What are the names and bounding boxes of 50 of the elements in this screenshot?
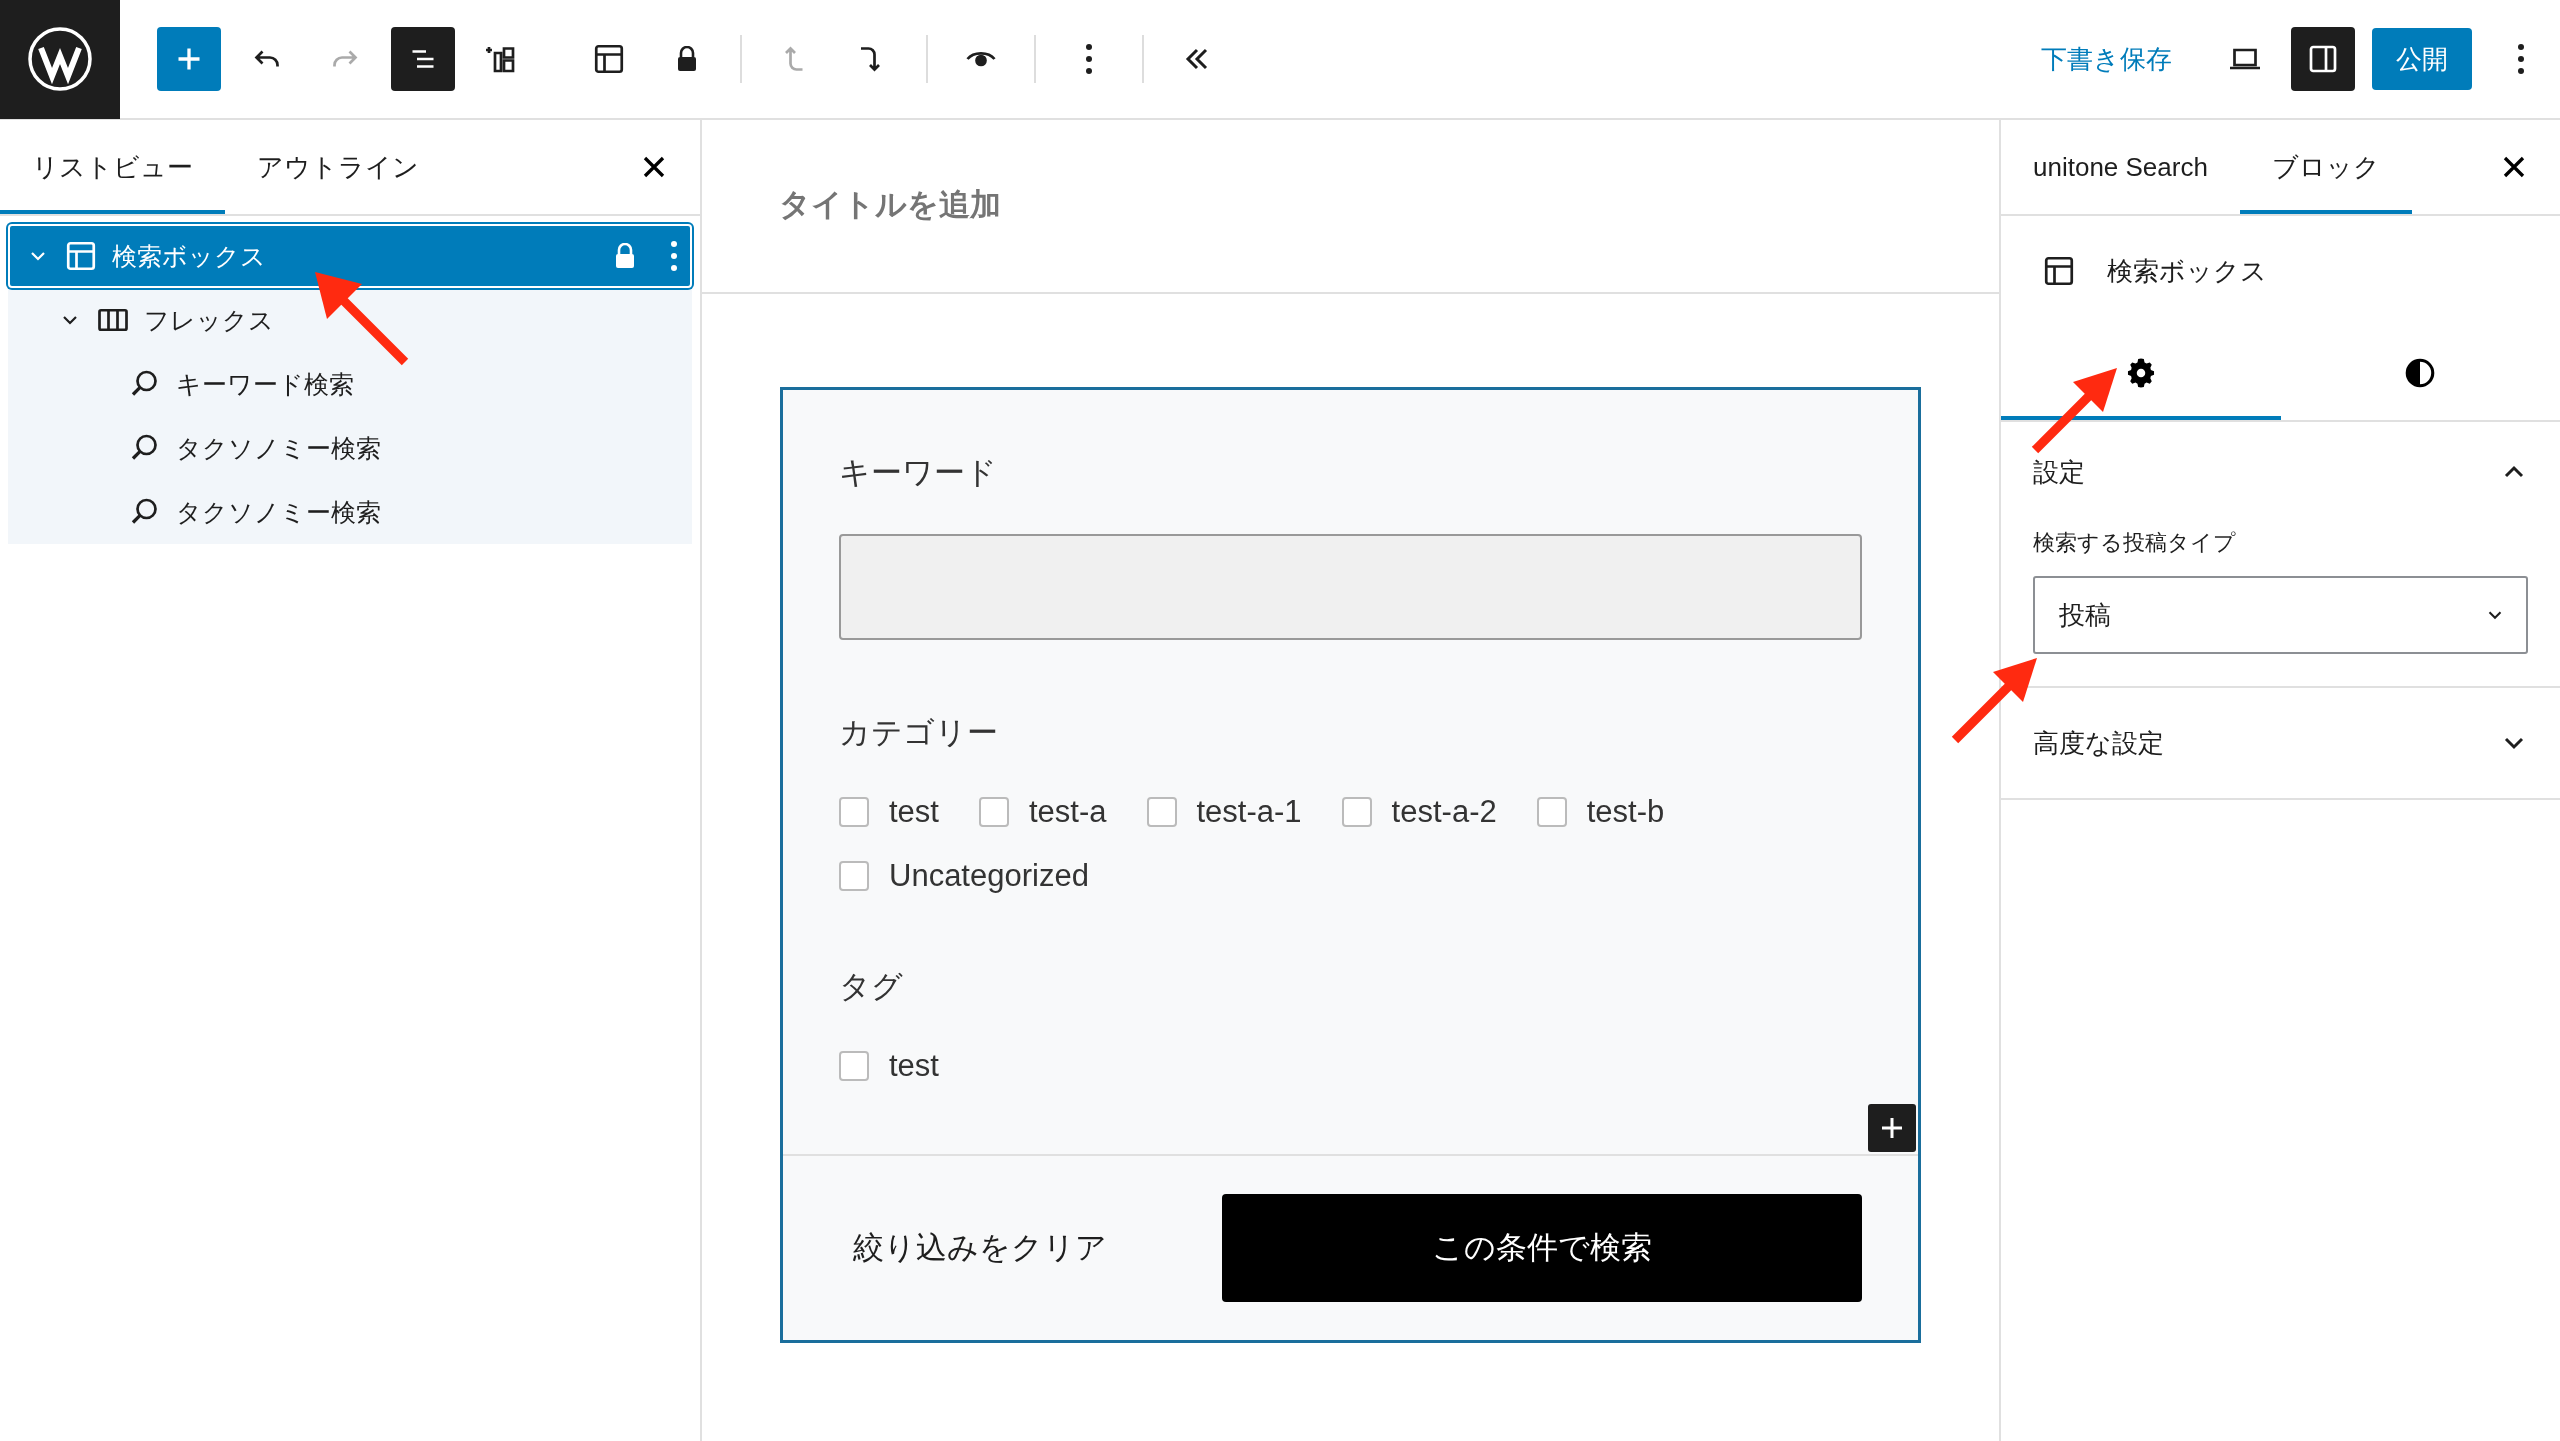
checkbox[interactable] [839,797,869,827]
checkbox[interactable] [978,797,1009,827]
list-view-item-label: フレックス [144,304,274,336]
save-draft-button[interactable]: 下書き保存 [2017,28,2196,90]
list-view-item-label: タクソノミー検索 [176,432,381,464]
publish-button[interactable]: 公開 [2372,28,2472,90]
sidebar-tab[interactable]: unitone Search [2001,120,2240,214]
list-view-item-label: 検索ボックス [112,240,266,272]
search-submit-button[interactable]: この条件で検索 [1222,1194,1862,1302]
keyword-input-field[interactable] [839,534,1862,640]
checkbox[interactable] [1536,797,1567,827]
lock-icon [676,46,698,72]
panel-toggle[interactable]: 高度な設定 [2001,688,2560,798]
checkbox-label: test [889,794,939,830]
settings-toggle-button[interactable] [2291,27,2355,91]
checkbox-label: Uncategorized [889,858,1089,894]
checkbox[interactable] [839,1051,869,1081]
checkbox[interactable] [1146,797,1177,827]
list-view-item[interactable]: タクソノミー検索 [8,416,692,480]
more-options-icon[interactable] [1085,43,1093,75]
title-placeholder[interactable]: タイトルを追加 [779,184,1999,226]
field-label: キーワード [839,454,998,492]
field-label: 検索する投稿タイプ [2033,529,2237,557]
field-label: タグ [839,968,904,1006]
add-block-button[interactable] [1868,1104,1916,1152]
post-type-select[interactable]: 投稿 [2033,576,2528,654]
block-title: 検索ボックス [2107,254,2267,288]
lock-icon [614,243,636,269]
list-view-item-label: キーワード検索 [176,368,354,400]
checkbox-label: test-a-2 [1391,794,1497,830]
list-view-button[interactable] [391,27,455,91]
clear-filters-button[interactable]: 絞り込みをクリア [853,1227,1107,1269]
checkbox-label: test-a-1 [1196,794,1302,830]
list-view-item-label: タクソノミー検索 [176,496,381,528]
panel-tab[interactable]: リストビュー [0,120,225,214]
panel-tab[interactable]: アウトライン [225,120,451,214]
sidebar-tab[interactable]: ブロック [2239,120,2412,214]
wordpress-logo[interactable] [0,0,120,119]
checkbox-label: test-b [1586,794,1665,830]
panel-toggle[interactable]: 設定 [2001,422,2560,522]
more-options-icon[interactable] [2517,43,2525,75]
wordpress-logo-icon [27,26,93,92]
checkbox[interactable] [839,861,869,891]
list-view-item[interactable]: キーワード検索 [8,352,692,416]
list-view-item[interactable]: フレックス [8,288,692,352]
checkbox[interactable] [1341,797,1372,827]
checkbox-label: test-a [1028,794,1107,830]
checkbox-label: test [889,1048,939,1084]
list-view-item[interactable]: タクソノミー検索 [8,480,692,544]
field-label: カテゴリー [839,714,999,752]
